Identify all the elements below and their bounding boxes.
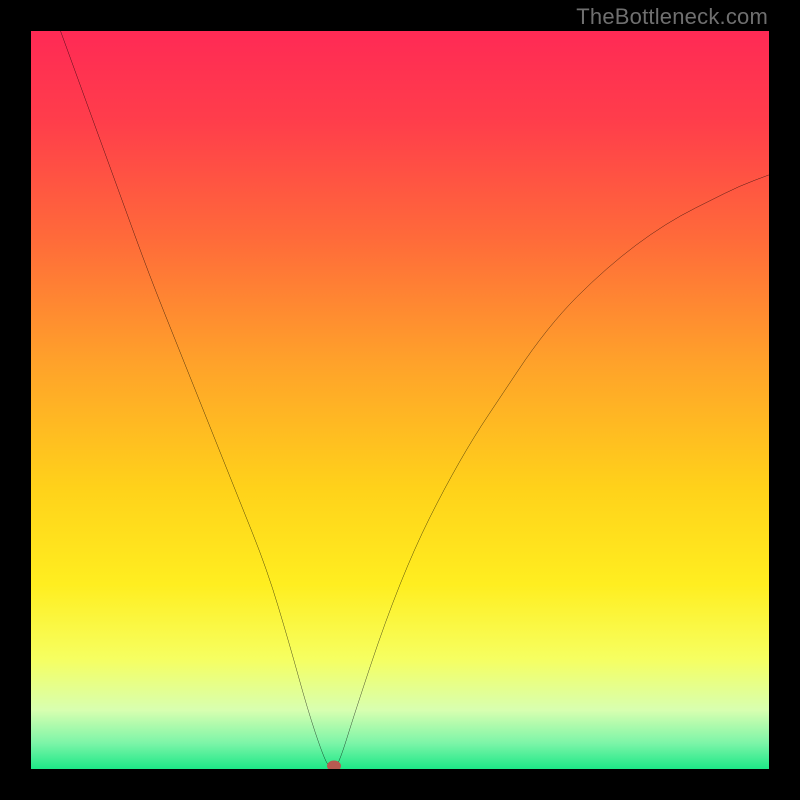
watermark-text: TheBottleneck.com [576,4,768,30]
plot-area [31,31,769,769]
chart-frame: TheBottleneck.com [0,0,800,800]
optimal-marker [327,761,341,770]
bottleneck-curve [31,31,769,769]
